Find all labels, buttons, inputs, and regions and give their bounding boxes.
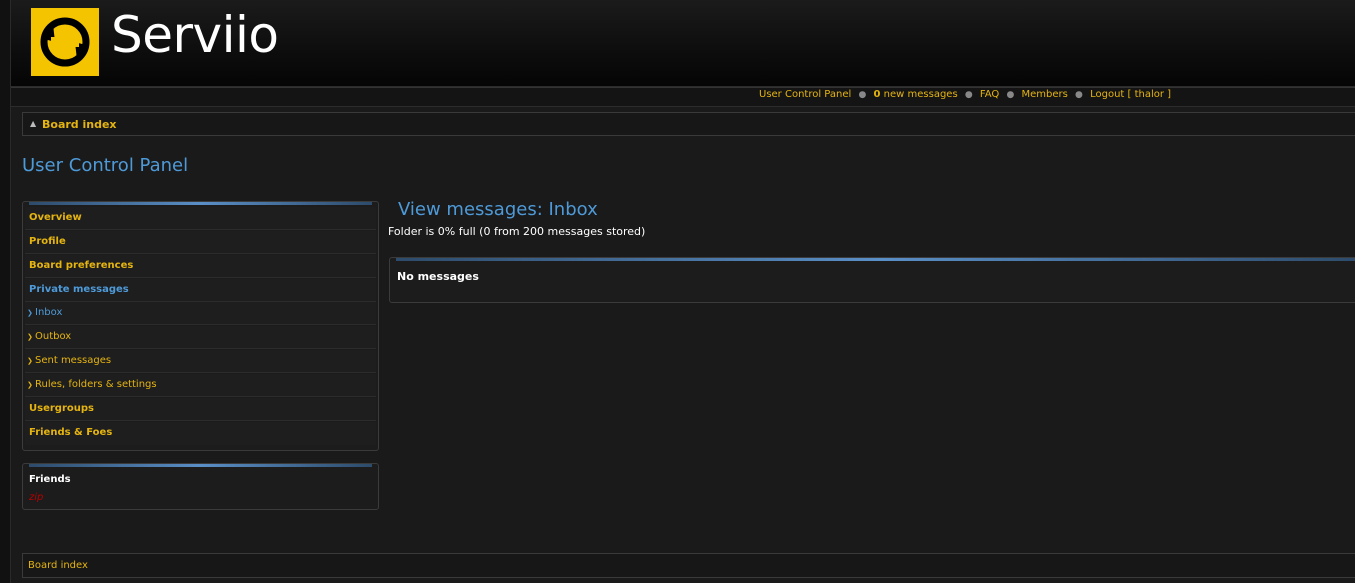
menu-item-label: Inbox bbox=[35, 307, 63, 318]
nav-user-control-panel-link[interactable]: User Control Panel bbox=[759, 89, 851, 100]
no-messages-text: No messages bbox=[397, 270, 479, 283]
nav-separator-icon: ● bbox=[1006, 90, 1015, 100]
chevron-right-icon: ❯ bbox=[27, 381, 33, 389]
menu-item-label: Overview bbox=[29, 212, 82, 223]
new-messages-count: 0 bbox=[873, 89, 881, 100]
ucp-menu: Overview Profile Board preferences Priva… bbox=[22, 201, 379, 451]
page-frame: Serviio User Control Panel ● 0 new messa… bbox=[10, 0, 1355, 583]
nav-separator-icon: ● bbox=[858, 90, 867, 100]
panel-accent-line bbox=[29, 202, 372, 205]
top-nav: User Control Panel ● 0 new messages ● FA… bbox=[759, 89, 1171, 100]
friends-title: Friends bbox=[29, 474, 71, 485]
folder-status-text: Folder is 0% full (0 from 200 messages s… bbox=[388, 225, 646, 238]
serviio-logo-icon[interactable] bbox=[31, 8, 99, 76]
menu-item-sent-messages[interactable]: ❯ Sent messages bbox=[25, 350, 376, 373]
new-messages-label: new messages bbox=[883, 89, 958, 100]
menu-item-label: Rules, folders & settings bbox=[35, 379, 157, 390]
menu-item-overview[interactable]: Overview bbox=[25, 207, 376, 230]
menu-item-label: Board preferences bbox=[29, 260, 134, 271]
nav-logout-link[interactable]: Logout [ thalor ] bbox=[1090, 89, 1171, 100]
menu-item-private-messages[interactable]: Private messages bbox=[25, 279, 376, 302]
messages-panel: No messages bbox=[389, 257, 1355, 303]
footer-breadcrumb: Board index bbox=[22, 553, 1355, 578]
chevron-right-icon: ❯ bbox=[27, 309, 33, 317]
menu-item-usergroups[interactable]: Usergroups bbox=[25, 398, 376, 421]
panel-accent-line bbox=[29, 464, 372, 467]
nav-separator-icon: ● bbox=[1075, 90, 1083, 100]
breadcrumb-board-index-link[interactable]: Board index bbox=[42, 118, 117, 131]
chevron-right-icon: ❯ bbox=[27, 333, 33, 341]
breadcrumb: ▲ Board index bbox=[22, 112, 1355, 136]
nav-separator-icon: ● bbox=[964, 90, 973, 100]
menu-item-profile[interactable]: Profile bbox=[25, 231, 376, 254]
chevron-right-icon: ❯ bbox=[27, 357, 33, 365]
panel-accent-line bbox=[396, 258, 1355, 261]
site-header: Serviio bbox=[11, 0, 1355, 87]
view-messages-title: View messages: Inbox bbox=[398, 199, 598, 220]
nav-members-link[interactable]: Members bbox=[1022, 89, 1068, 100]
menu-item-label: Friends & Foes bbox=[29, 427, 113, 438]
menu-item-label: Sent messages bbox=[35, 355, 112, 366]
up-arrow-icon: ▲ bbox=[30, 119, 37, 128]
menu-item-outbox[interactable]: ❯ Outbox bbox=[25, 326, 376, 349]
menu-item-rules-folders-settings[interactable]: ❯ Rules, folders & settings bbox=[25, 374, 376, 397]
menu-item-label: Outbox bbox=[35, 331, 72, 342]
menu-item-board-preferences[interactable]: Board preferences bbox=[25, 255, 376, 278]
menu-item-inbox[interactable]: ❯ Inbox bbox=[25, 302, 376, 325]
nav-faq-link[interactable]: FAQ bbox=[980, 89, 999, 100]
menu-item-friends-foes[interactable]: Friends & Foes bbox=[25, 422, 376, 445]
footer-board-index-link[interactable]: Board index bbox=[28, 560, 88, 571]
friend-link-zip[interactable]: zip bbox=[29, 492, 43, 503]
menu-item-label: Private messages bbox=[29, 284, 129, 295]
friends-panel: Friends zip bbox=[22, 463, 379, 510]
nav-new-messages-link[interactable]: 0 new messages bbox=[874, 89, 958, 100]
site-logo-text[interactable]: Serviio bbox=[111, 10, 279, 60]
menu-item-label: Profile bbox=[29, 236, 66, 247]
menu-item-label: Usergroups bbox=[29, 403, 94, 414]
page-title: User Control Panel bbox=[22, 155, 189, 176]
